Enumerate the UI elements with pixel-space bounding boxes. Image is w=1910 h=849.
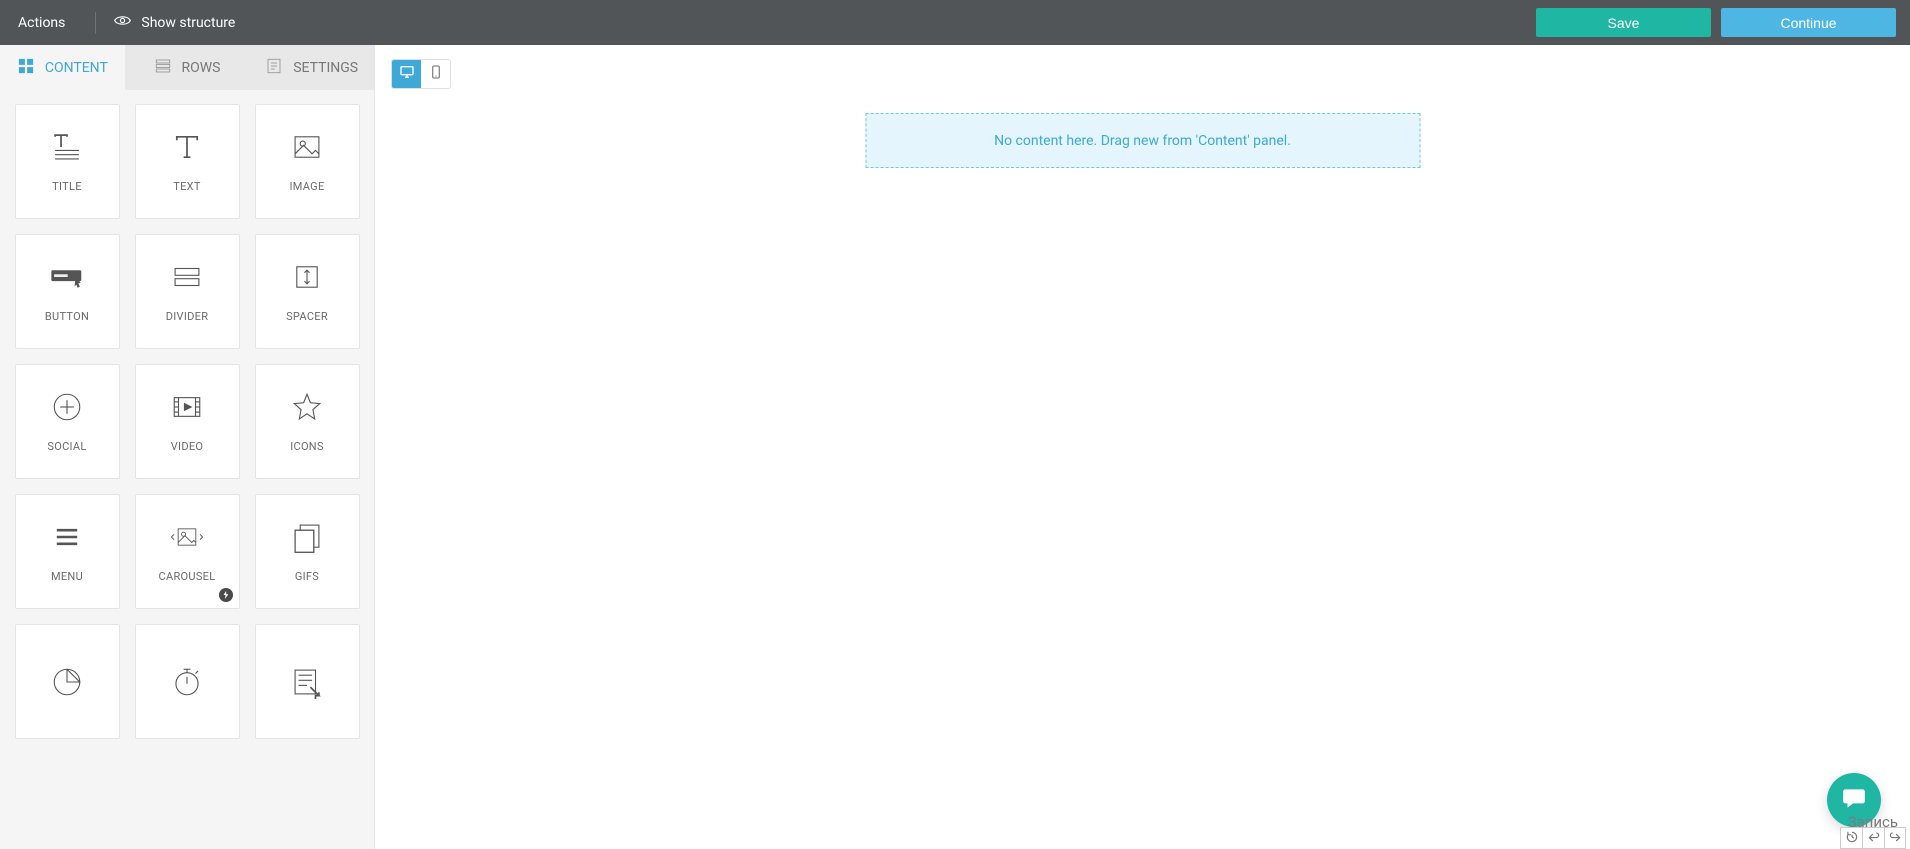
carousel-icon: [170, 520, 204, 554]
redo-icon: [1888, 829, 1902, 848]
canvas-area: No content here. Drag new from 'Content'…: [375, 45, 1910, 849]
divider-icon: [170, 260, 204, 294]
sidebar-tabs: CONTENT ROWS SETTINGS: [0, 45, 374, 90]
header-left-group: Actions Show structure: [18, 12, 235, 34]
tab-content[interactable]: CONTENT: [0, 45, 125, 90]
video-icon: [170, 390, 204, 424]
header-right-group: Save Continue: [1536, 8, 1900, 37]
mobile-icon: [428, 64, 444, 84]
title-icon: [50, 130, 84, 164]
history-icon: [1845, 829, 1859, 848]
tile-divider-label: DIVIDER: [166, 310, 209, 323]
tile-video[interactable]: VIDEO: [135, 364, 240, 479]
tile-menu[interactable]: MENU: [15, 494, 120, 609]
undo-icon: [1867, 829, 1881, 848]
tile-button-label: BUTTON: [45, 310, 89, 323]
content-tiles-grid: TITLE TEXT IMAGE BUTTON: [0, 90, 374, 849]
device-preview-switcher: [391, 59, 451, 89]
tab-rows[interactable]: ROWS: [125, 45, 250, 90]
tile-carousel-label: CAROUSEL: [159, 570, 216, 583]
bolt-badge-icon: [219, 588, 233, 602]
star-icon: [290, 390, 324, 424]
tile-icons-label: ICONS: [290, 440, 324, 453]
menu-icon: [50, 520, 84, 554]
tile-button[interactable]: BUTTON: [15, 234, 120, 349]
continue-button[interactable]: Continue: [1721, 8, 1896, 37]
tile-text-label: TEXT: [173, 180, 200, 193]
empty-content-dropzone[interactable]: No content here. Drag new from 'Content'…: [865, 113, 1420, 168]
stopwatch-icon: [170, 665, 204, 699]
eye-icon: [114, 12, 131, 33]
image-icon: [290, 130, 324, 164]
button-icon: [50, 260, 84, 294]
grid-icon: [17, 57, 35, 79]
tile-divider[interactable]: DIVIDER: [135, 234, 240, 349]
tab-settings-label: SETTINGS: [293, 60, 358, 76]
tile-form[interactable]: [255, 624, 360, 739]
tile-spacer[interactable]: SPACER: [255, 234, 360, 349]
actions-dropdown-label: Actions: [18, 15, 65, 31]
desktop-preview-button[interactable]: [392, 60, 421, 88]
tab-settings[interactable]: SETTINGS: [249, 45, 374, 90]
tile-title-label: TITLE: [52, 180, 82, 193]
show-structure-label: Show structure: [141, 15, 235, 31]
history-controls: [1840, 827, 1906, 849]
desktop-icon: [399, 64, 415, 84]
dropzone-message: No content here. Drag new from 'Content'…: [994, 133, 1291, 149]
sidebar: CONTENT ROWS SETTINGS TITLE: [0, 45, 375, 849]
tile-gifs[interactable]: GIFS: [255, 494, 360, 609]
tile-gifs-label: GIFS: [295, 570, 319, 583]
text-icon: [170, 130, 204, 164]
settings-doc-icon: [265, 57, 283, 79]
rows-icon: [154, 57, 172, 79]
tile-text[interactable]: TEXT: [135, 104, 240, 219]
tile-sticker[interactable]: [15, 624, 120, 739]
tile-carousel[interactable]: CAROUSEL: [135, 494, 240, 609]
tile-social[interactable]: SOCIAL: [15, 364, 120, 479]
tile-spacer-label: SPACER: [286, 310, 328, 323]
social-icon: [50, 390, 84, 424]
chat-help-button[interactable]: [1827, 773, 1881, 827]
mobile-preview-button[interactable]: [421, 60, 450, 88]
tile-menu-label: MENU: [51, 570, 83, 583]
tile-title[interactable]: TITLE: [15, 104, 120, 219]
form-icon: [290, 665, 324, 699]
tile-video-label: VIDEO: [171, 440, 204, 453]
spacer-icon: [290, 260, 324, 294]
undo-button[interactable]: [1862, 827, 1884, 849]
redo-button[interactable]: [1884, 827, 1906, 849]
tab-content-label: CONTENT: [45, 60, 108, 76]
chat-icon: [1841, 785, 1867, 815]
tile-icons[interactable]: ICONS: [255, 364, 360, 479]
show-structure-toggle[interactable]: Show structure: [114, 12, 235, 33]
save-button[interactable]: Save: [1536, 8, 1711, 37]
header-divider: [95, 12, 96, 34]
tile-social-label: SOCIAL: [47, 440, 86, 453]
tile-image[interactable]: IMAGE: [255, 104, 360, 219]
actions-dropdown[interactable]: Actions: [18, 15, 77, 31]
tile-image-label: IMAGE: [289, 180, 324, 193]
sticker-icon: [50, 665, 84, 699]
history-button[interactable]: [1840, 827, 1862, 849]
gifs-icon: [290, 520, 324, 554]
app-header: Actions Show structure Save Continue: [0, 0, 1910, 45]
tile-timer[interactable]: [135, 624, 240, 739]
tab-rows-label: ROWS: [182, 60, 221, 76]
